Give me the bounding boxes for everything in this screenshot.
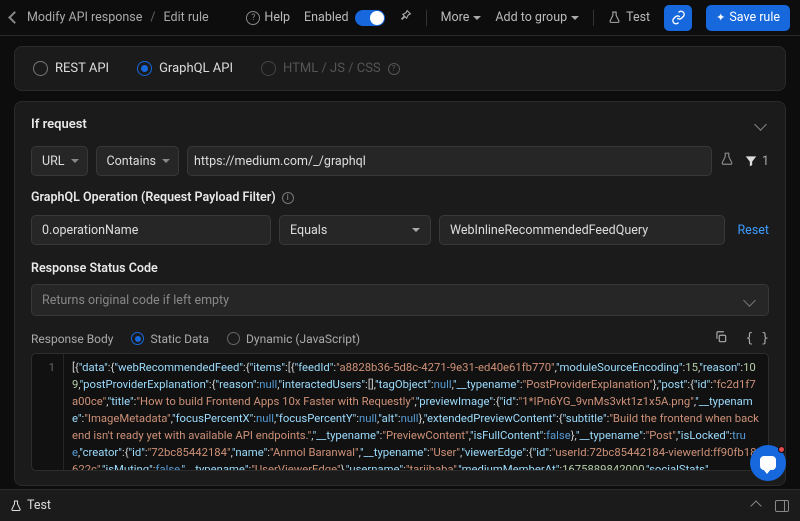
caret-down-icon [571,16,579,20]
save-rule-button[interactable]: ✦ Save rule [706,5,790,31]
more-menu[interactable]: More [441,10,482,25]
caret-down-icon [71,159,79,163]
link-icon [671,10,686,25]
star-icon: ✦ [716,11,725,24]
pin-icon[interactable] [399,9,412,26]
flask-icon [608,11,621,24]
radio-dynamic-js[interactable]: Dynamic (JavaScript) [227,332,360,346]
operator-select[interactable]: Contains [96,146,179,176]
share-button[interactable] [664,5,692,31]
reset-link[interactable]: Reset [737,223,769,238]
chat-icon [760,456,776,470]
radio-graphql-api[interactable]: GraphQL API [137,61,233,76]
help-icon: ? [246,11,260,25]
test-button[interactable]: Test [608,10,650,25]
chat-bubble-button[interactable] [750,445,786,481]
format-json-icon[interactable]: { } [746,331,769,346]
caret-down-icon [743,294,756,307]
notification-dot [778,446,785,453]
radio-static-data[interactable]: Static Data [131,332,209,346]
info-icon[interactable]: i [282,192,294,204]
payload-filter-label: GraphQL Operation (Request Payload Filte… [31,190,769,205]
breadcrumb-parent[interactable]: Modify API response [27,10,142,25]
bottom-test-button[interactable]: Test [10,498,51,513]
radio-rest-api[interactable]: REST API [33,61,109,76]
payload-value-input[interactable]: WebInlineRecommendedFeedQuery [439,215,725,245]
if-request-title: If request [31,117,87,132]
filter-icon[interactable]: 1 [744,154,769,169]
bottom-bar: Test [0,489,800,521]
payload-key-input[interactable]: 0.operationName [31,215,271,245]
response-body-editor[interactable]: 1 [{"data":{"webRecommendedFeed":{"items… [31,353,769,471]
help-link[interactable]: ? Help [246,10,290,25]
copy-icon[interactable] [714,330,728,347]
collapse-icon[interactable] [754,118,767,131]
url-input[interactable] [188,146,711,176]
payload-op-select[interactable]: Equals [279,215,431,245]
source-type-select[interactable]: URL [31,146,88,176]
info-icon[interactable]: ? [388,63,400,75]
status-code-label: Response Status Code [31,261,769,276]
response-body-label: Response Body [31,332,113,346]
caret-down-icon [412,228,420,232]
enabled-toggle[interactable] [355,10,385,26]
breadcrumb-separator: / [150,10,155,25]
caret-down-icon [162,159,170,163]
enabled-label: Enabled [304,10,349,25]
test-url-icon[interactable] [720,152,734,170]
back-icon[interactable] [8,11,21,24]
top-bar: Modify API response / Edit rule ? Help E… [0,0,800,36]
api-type-panel: REST API GraphQL API HTML / JS / CSS ? [14,46,786,91]
expand-panel-icon[interactable] [748,502,764,510]
caret-down-icon [473,16,481,20]
side-panel-icon[interactable] [774,500,790,512]
status-code-select[interactable]: Returns original code if left empty [31,284,769,316]
breadcrumb-current: Edit rule [164,10,209,25]
add-to-group-menu[interactable]: Add to group [495,10,579,25]
if-request-panel: If request URL Contains 1 GraphQL Operat… [14,101,786,486]
flask-icon [10,500,22,512]
radio-html-js-css: HTML / JS / CSS ? [261,61,400,76]
